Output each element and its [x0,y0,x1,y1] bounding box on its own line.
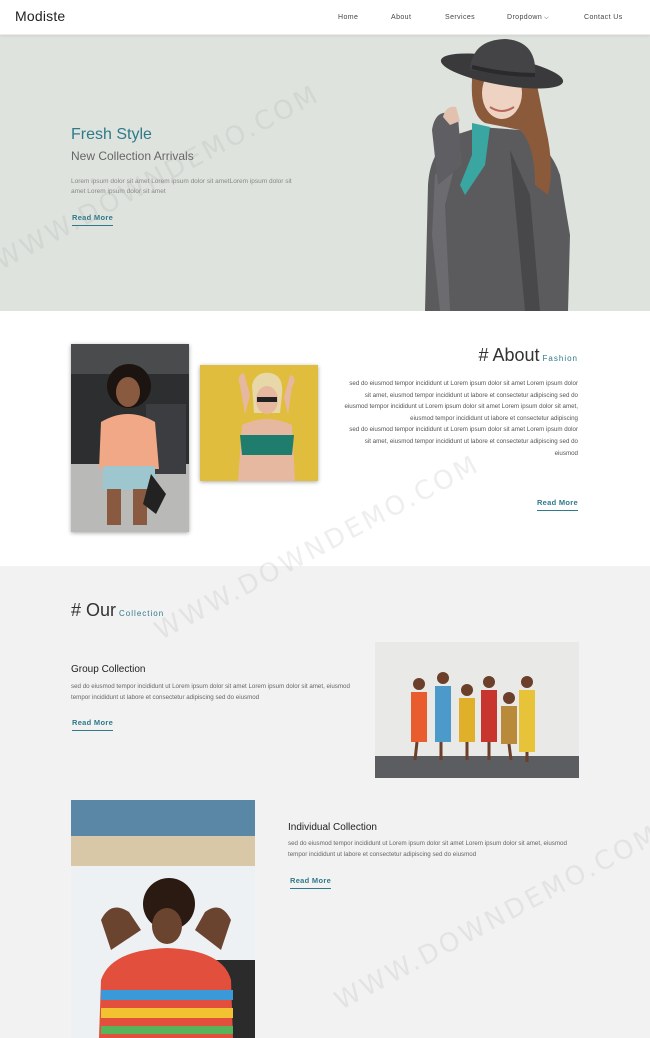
hero-title: Fresh Style [71,126,152,143]
collection-heading: # Our Collection [71,600,164,621]
nav-dropdown-label: Dropdown [507,14,543,21]
group-read-more-button[interactable]: Read More [72,718,114,731]
about-photo-woman-sitting [71,344,189,532]
individual-read-more-button[interactable]: Read More [290,876,332,889]
hero-subtitle: New Collection Arrivals [71,149,194,163]
hero-read-more-button[interactable]: Read More [72,213,114,226]
collection-accent: Collection [119,609,165,618]
nav-dropdown[interactable]: Dropdown ⌵ [507,14,549,22]
individual-collection-heading: Individual Collection [288,822,377,833]
nav-about[interactable]: About [391,14,411,21]
individual-collection-photo [71,800,255,1038]
about-accent: Fashion [542,354,578,363]
about-paragraph-1: sed do eiusmod tempor incididunt ut Lore… [344,380,578,422]
about-text: sed do eiusmod tempor incididunt ut Lore… [342,378,578,459]
about-section: # About Fashion sed do eiusmod tempor inc… [0,311,650,566]
about-heading: # About Fashion [478,345,578,366]
hero-banner: Fresh Style New Collection Arrivals Lore… [0,35,650,311]
about-title-text: # About [478,345,540,365]
nav-contact[interactable]: Contact Us [584,14,623,21]
nav-services[interactable]: Services [445,14,475,21]
brand-logo[interactable]: Modiste [15,8,65,24]
chevron-down-icon: ⌵ [544,15,550,21]
collection-title-text: # Our [71,600,117,620]
site-header: Modiste Home About Services Dropdown ⌵ Co… [0,0,650,35]
about-paragraph-2: sed do eiusmod tempor incididunt ut Lore… [349,426,578,457]
about-photo-woman-yellow [200,365,318,481]
group-collection-text: sed do eiusmod tempor incididunt ut Lore… [71,683,350,701]
group-collection-photo [375,642,579,778]
about-read-more-button[interactable]: Read More [536,498,578,511]
individual-collection-text: sed do eiusmod tempor incididunt ut Lore… [288,840,567,858]
hero-text: Lorem ipsum dolor sit amet Lorem ipsum d… [71,178,292,195]
collection-section: # Our Collection Group Collection sed do … [0,566,650,1038]
hero-model-photo [425,39,570,311]
group-collection-heading: Group Collection [71,664,146,675]
nav-home[interactable]: Home [338,14,358,21]
